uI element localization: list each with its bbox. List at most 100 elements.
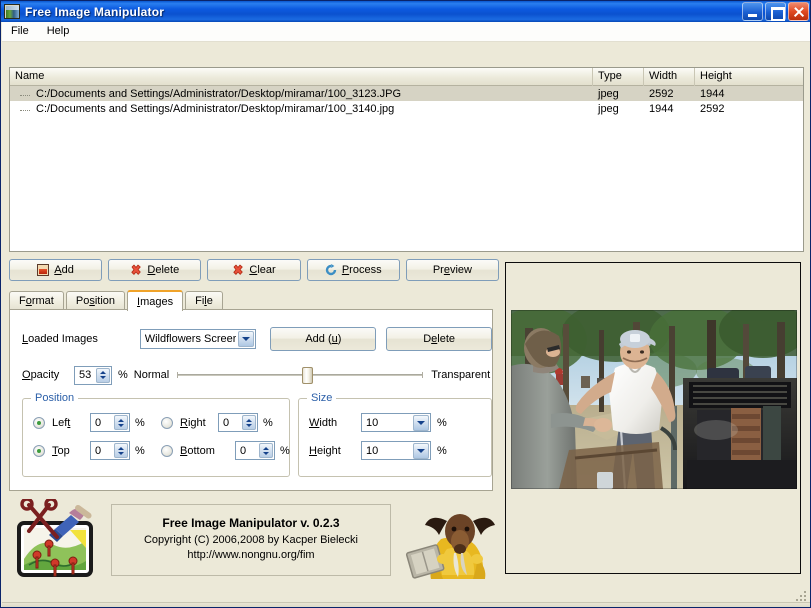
tab-format-label-b: rmat: [31, 295, 54, 307]
position-top-row: Top 0 %: [33, 441, 145, 460]
file-list[interactable]: Name Type Width Height C:/Documents and …: [9, 67, 804, 252]
position-bottom-stepper[interactable]: 0: [235, 441, 275, 460]
tab-position[interactable]: Po s ition: [65, 291, 126, 310]
opacity-slider[interactable]: [177, 366, 424, 384]
size-width-dropdown[interactable]: 10: [361, 413, 431, 432]
delete-red-icon: [130, 264, 142, 276]
position-bottom-stepper-buttons[interactable]: [259, 443, 273, 458]
add-loaded-image-button[interactable]: Add (u): [270, 327, 377, 351]
cell-width: 1944: [649, 102, 674, 115]
position-bottom-row: Bottom 0 %: [161, 441, 290, 460]
loaded-images-dropdown[interactable]: Wildflowers Screer: [139, 329, 257, 349]
position-right-stepper-buttons[interactable]: [242, 415, 256, 430]
tab-images-label-rest: mages: [140, 295, 174, 308]
stepper-up-icon[interactable]: [118, 418, 124, 422]
table-row[interactable]: C:/Documents and Settings/Administrator/…: [10, 86, 803, 101]
process-button[interactable]: Process: [306, 259, 400, 281]
size-height-value: 10: [366, 444, 379, 457]
stepper-up-icon[interactable]: [118, 446, 124, 450]
column-header-type[interactable]: Type: [593, 68, 644, 86]
position-right-label: Right: [180, 416, 206, 429]
cell-name: C:/Documents and Settings/Administrator/…: [10, 103, 593, 115]
radio-position-right[interactable]: [161, 416, 173, 429]
preview-photo: [511, 310, 797, 489]
about-line-url: http://www.nongnu.org/fim: [187, 549, 315, 561]
add-button[interactable]: Add: [9, 259, 103, 281]
position-top-stepper[interactable]: 0: [90, 441, 130, 460]
opacity-slider-handle[interactable]: [301, 367, 313, 384]
position-bottom-value: 0: [240, 444, 247, 457]
resize-grip[interactable]: [794, 589, 806, 601]
tab-format-label-a: F: [19, 295, 26, 307]
size-width-label: Width: [309, 416, 338, 429]
add-loaded-image-label: Add (u): [305, 333, 342, 345]
stepper-up-icon[interactable]: [246, 418, 252, 422]
maximize-button[interactable]: [765, 2, 786, 21]
stepper-up-icon[interactable]: [100, 371, 106, 374]
radio-position-left[interactable]: [33, 416, 45, 429]
opacity-slider-max-label: Transparent: [431, 369, 491, 381]
chevron-down-icon[interactable]: [413, 415, 429, 431]
status-bar: [2, 602, 810, 607]
stepper-down-icon[interactable]: [118, 423, 124, 427]
stepper-down-icon[interactable]: [263, 451, 269, 455]
size-height-row: Height 10 %: [309, 441, 447, 460]
radio-position-bottom[interactable]: [161, 444, 173, 457]
chevron-down-icon[interactable]: [413, 443, 429, 459]
menu-item-help[interactable]: Help: [38, 23, 79, 40]
radio-position-top[interactable]: [33, 444, 45, 457]
cell-type: jpeg: [598, 102, 619, 115]
clear-button[interactable]: Clear: [207, 259, 301, 281]
window-title: Free Image Manipulator: [25, 4, 165, 19]
add-button-label-rest: dd: [61, 264, 74, 276]
position-top-stepper-buttons[interactable]: [114, 443, 128, 458]
table-row[interactable]: C:/Documents and Settings/Administrator/…: [10, 101, 803, 116]
cell-name: C:/Documents and Settings/Administrator/…: [10, 88, 593, 100]
column-header-width[interactable]: Width: [644, 68, 695, 86]
tab-file[interactable]: Fi l e: [185, 291, 223, 310]
tab-position-label-a: Po: [75, 295, 90, 307]
tab-format[interactable]: Fo rmat: [9, 291, 64, 310]
position-bottom-unit: %: [280, 444, 290, 457]
opacity-label-rest: pacity: [30, 369, 60, 381]
tab-panel-images: Loaded Images Wildflowers Screer Add (u)…: [9, 309, 493, 491]
cell-height: 2592: [700, 102, 725, 115]
tab-position-label-b: ition: [94, 295, 116, 307]
action-button-row: Add Delete Clear Process Preview: [9, 259, 500, 281]
cell-height: 1944: [700, 87, 725, 100]
file-list-header: Name Type Width Height: [10, 68, 803, 86]
stepper-down-icon[interactable]: [246, 423, 252, 427]
position-left-stepper[interactable]: 0: [90, 413, 130, 432]
loaded-images-label: Loaded Images: [22, 333, 140, 345]
tab-images[interactable]: Images: [127, 290, 184, 311]
stepper-up-icon[interactable]: [263, 446, 269, 450]
opacity-stepper-buttons[interactable]: [96, 367, 110, 383]
opacity-slider-track[interactable]: [177, 372, 424, 378]
close-button[interactable]: [788, 2, 809, 21]
about-line-version: Free Image Manipulator v. 0.2.3: [162, 516, 340, 530]
position-right-row: Right 0 %: [161, 413, 273, 432]
column-header-name[interactable]: Name: [10, 68, 593, 86]
position-left-value: 0: [95, 416, 102, 429]
chevron-down-icon[interactable]: [238, 331, 255, 347]
column-header-height[interactable]: Height: [695, 68, 802, 86]
menu-item-file[interactable]: File: [2, 23, 38, 40]
position-bottom-label: Bottom: [180, 444, 215, 457]
preview-button[interactable]: Preview: [405, 259, 500, 281]
delete-button[interactable]: Delete: [108, 259, 202, 281]
minimize-button[interactable]: [742, 2, 763, 21]
title-bar: Free Image Manipulator: [1, 1, 810, 22]
position-right-stepper[interactable]: 0: [218, 413, 258, 432]
size-height-dropdown[interactable]: 10: [361, 441, 431, 460]
process-refresh-icon: [325, 264, 337, 276]
size-width-unit: %: [437, 416, 447, 429]
preview-panel[interactable]: [505, 262, 801, 574]
process-button-label-rest: rocess: [349, 264, 382, 276]
position-left-row: Left 0 %: [33, 413, 145, 432]
cell-width: 2592: [649, 87, 674, 100]
delete-loaded-image-button[interactable]: Delete: [386, 327, 493, 351]
stepper-down-icon[interactable]: [100, 376, 106, 379]
position-left-stepper-buttons[interactable]: [114, 415, 128, 430]
opacity-stepper[interactable]: 53: [74, 365, 112, 385]
stepper-down-icon[interactable]: [118, 451, 124, 455]
